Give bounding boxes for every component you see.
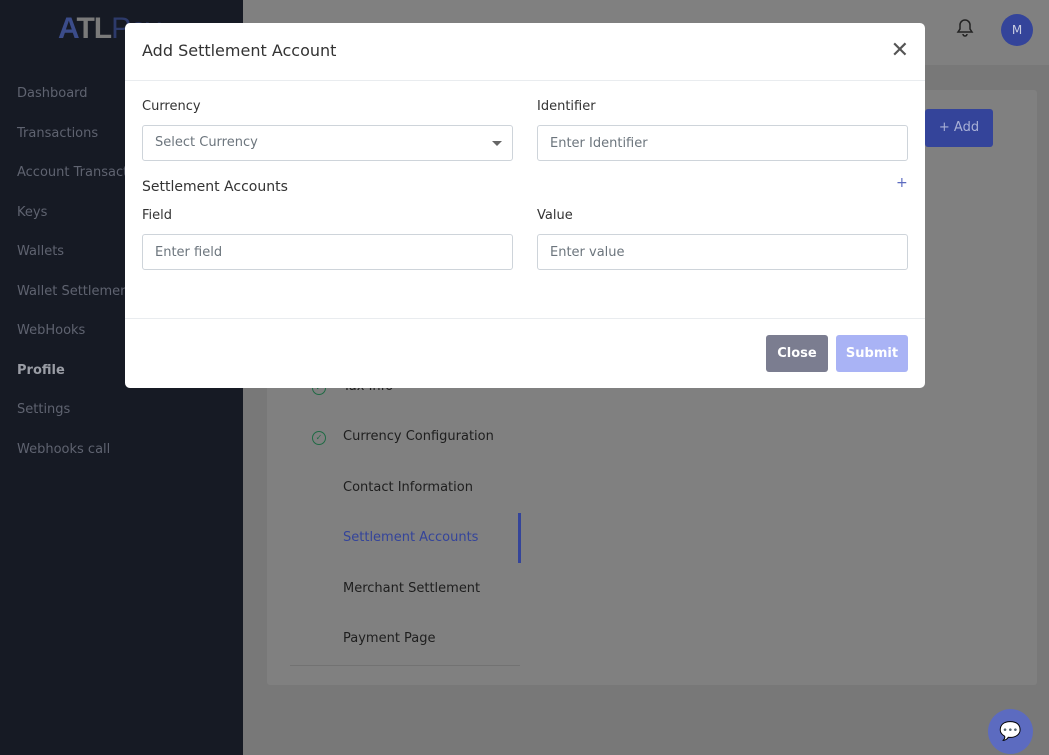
identifier-input[interactable] [537,125,908,161]
close-button[interactable]: Close [766,335,828,372]
step-settlement-accounts[interactable]: Settlement Accounts [343,530,478,545]
field-label: Field [142,208,173,223]
step-merchant-settlement[interactable]: Merchant Settlement [343,581,480,596]
sidebar-item-webhooks-call[interactable]: Webhooks call [17,438,155,478]
add-row-icon[interactable]: + [896,175,908,191]
modal-title: Add Settlement Account [125,23,925,81]
currency-label: Currency [142,99,201,114]
step-contact-information[interactable]: Contact Information [343,480,473,495]
chat-icon: 💬 [999,721,1022,742]
field-input[interactable] [142,234,513,270]
bell-icon[interactable] [955,18,975,38]
sidebar-item-settings[interactable]: Settings [17,398,155,438]
chat-button[interactable]: 💬 [988,709,1033,754]
add-button[interactable]: + Add [925,109,993,147]
identifier-label: Identifier [537,99,596,114]
divider [290,665,520,666]
step-payment-page[interactable]: Payment Page [343,631,436,646]
submit-button[interactable]: Submit [836,335,908,372]
avatar[interactable]: M [1001,14,1033,46]
currency-select[interactable]: Select Currency [142,125,513,161]
value-input[interactable] [537,234,908,270]
add-settlement-account-modal: Add Settlement Account ✕ Currency Select… [125,23,925,388]
value-label: Value [537,208,573,223]
section-title: Settlement Accounts [142,179,288,195]
check-icon: ✓ [312,431,326,445]
step-currency-configuration[interactable]: Currency Configuration [343,429,494,444]
chevron-down-icon [492,141,502,151]
selected-indicator [518,513,521,563]
close-icon[interactable]: ✕ [891,40,909,62]
modal-footer-divider [125,318,925,319]
currency-select-value: Select Currency [155,135,258,150]
